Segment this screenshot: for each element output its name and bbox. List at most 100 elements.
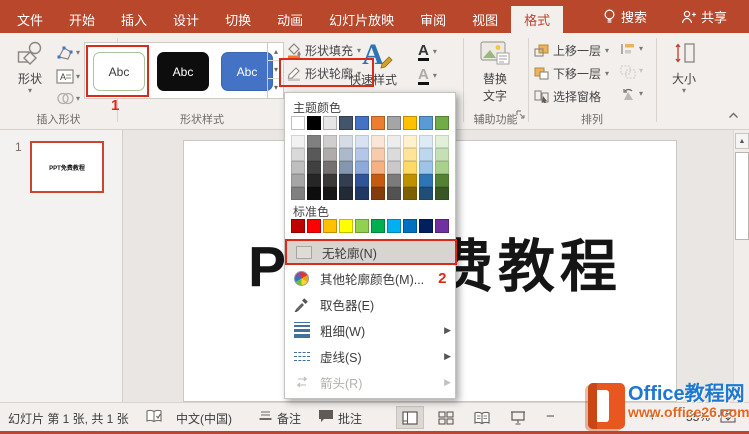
shape-style-preview-3[interactable]: Abc	[221, 52, 273, 91]
standard-color-swatch[interactable]	[419, 219, 433, 233]
reading-view-button[interactable]	[468, 406, 496, 429]
edit-shape-button[interactable]: ▾	[56, 45, 80, 61]
chevron-down-icon[interactable]: ▾	[639, 90, 643, 98]
menu-item-no-outline[interactable]: 无轮廓(N)	[285, 239, 457, 265]
theme-variant-swatch[interactable]	[323, 187, 337, 200]
theme-variant-swatch[interactable]	[371, 174, 385, 187]
theme-variant-swatch[interactable]	[291, 187, 305, 200]
menu-item-line-dashes[interactable]: 虚线(S)▶	[285, 343, 457, 369]
ribbon-tab-design[interactable]: 设计	[160, 6, 212, 33]
spellcheck-icon[interactable]	[146, 409, 162, 424]
theme-variant-swatch[interactable]	[339, 174, 353, 187]
standard-color-swatch[interactable]	[387, 219, 401, 233]
standard-color-swatch[interactable]	[339, 219, 353, 233]
theme-color-swatch[interactable]	[339, 116, 353, 130]
menu-item-more-outline-colors[interactable]: 其他轮廓颜色(M)...2	[285, 265, 457, 291]
theme-variant-swatch[interactable]	[435, 187, 449, 200]
theme-variant-swatch[interactable]	[339, 161, 353, 174]
bring-forward-button[interactable]: 上移一层▾	[534, 42, 609, 59]
theme-variant-swatch[interactable]	[403, 187, 417, 200]
theme-color-swatch[interactable]	[307, 116, 321, 130]
notes-icon[interactable]	[258, 409, 273, 424]
notes-toggle[interactable]: 备注	[277, 410, 301, 427]
standard-color-swatch[interactable]	[435, 219, 449, 233]
ribbon-tab-insert[interactable]: 插入	[108, 6, 160, 33]
theme-variant-swatch[interactable]	[339, 187, 353, 200]
ribbon-tab-review[interactable]: 审阅	[407, 6, 459, 33]
theme-variant-swatch[interactable]	[371, 161, 385, 174]
theme-variant-swatch[interactable]	[323, 174, 337, 187]
theme-variant-swatch[interactable]	[339, 135, 353, 148]
theme-variant-swatch[interactable]	[323, 135, 337, 148]
group-objects-button[interactable]	[620, 65, 636, 79]
selection-pane-button[interactable]: 选择窗格	[534, 88, 601, 105]
theme-variant-swatch[interactable]	[419, 135, 433, 148]
theme-variant-swatch[interactable]	[403, 161, 417, 174]
standard-color-swatch[interactable]	[307, 219, 321, 233]
size-button[interactable]: 大小 ▾	[662, 41, 706, 95]
theme-variant-swatch[interactable]	[371, 148, 385, 161]
theme-variant-swatch[interactable]	[323, 161, 337, 174]
theme-color-swatch[interactable]	[323, 116, 337, 130]
shapes-gallery-button[interactable]: 形状 ▾	[8, 41, 52, 95]
theme-color-swatch[interactable]	[403, 116, 417, 130]
scroll-up-arrow-icon[interactable]: ▲	[735, 133, 749, 149]
theme-variant-swatch[interactable]	[355, 187, 369, 200]
theme-variant-swatch[interactable]	[307, 187, 321, 200]
theme-variant-swatch[interactable]	[307, 148, 321, 161]
theme-variant-swatch[interactable]	[387, 148, 401, 161]
theme-variant-swatch[interactable]	[419, 187, 433, 200]
theme-variant-swatch[interactable]	[371, 135, 385, 148]
theme-variant-swatch[interactable]	[435, 135, 449, 148]
comments-icon[interactable]	[318, 409, 334, 423]
menu-item-line-arrows[interactable]: 箭头(R)▶	[285, 369, 457, 395]
theme-variant-swatch[interactable]	[387, 174, 401, 187]
ribbon-tab-format[interactable]: 格式	[511, 6, 563, 33]
send-backward-button[interactable]: 下移一层▾	[534, 65, 609, 82]
standard-color-swatch[interactable]	[323, 219, 337, 233]
theme-variant-swatch[interactable]	[387, 135, 401, 148]
theme-variant-swatch[interactable]	[355, 135, 369, 148]
standard-color-swatch[interactable]	[355, 219, 369, 233]
slide-thumbnail[interactable]: PPT免费教程	[30, 141, 104, 193]
theme-variant-swatch[interactable]	[355, 148, 369, 161]
tell-me-search[interactable]: 搜索	[603, 7, 647, 26]
ribbon-tab-transitions[interactable]: 切换	[212, 6, 264, 33]
menu-item-line-weight[interactable]: 粗细(W)▶	[285, 317, 457, 343]
theme-color-swatch[interactable]	[387, 116, 401, 130]
standard-color-swatch[interactable]	[403, 219, 417, 233]
menu-item-eyedropper[interactable]: 取色器(E)	[285, 291, 457, 317]
normal-view-button[interactable]	[396, 406, 424, 429]
scrollbar-thumb[interactable]	[735, 152, 749, 240]
dialog-launcher-icon[interactable]	[516, 110, 525, 119]
theme-variant-swatch[interactable]	[403, 174, 417, 187]
slideshow-view-button[interactable]	[504, 406, 532, 429]
theme-variant-swatch[interactable]	[339, 148, 353, 161]
theme-variant-swatch[interactable]	[403, 148, 417, 161]
text-outline-button[interactable]: A ▾	[418, 67, 437, 85]
theme-variant-swatch[interactable]	[307, 174, 321, 187]
chevron-down-icon[interactable]: ▾	[639, 45, 643, 53]
theme-variant-swatch[interactable]	[323, 148, 337, 161]
rotate-button[interactable]	[620, 88, 636, 102]
text-fill-button[interactable]: A ▾	[418, 43, 437, 61]
theme-variant-swatch[interactable]	[435, 161, 449, 174]
theme-variant-swatch[interactable]	[387, 187, 401, 200]
theme-variant-swatch[interactable]	[435, 148, 449, 161]
merge-shapes-button[interactable]: ▾	[56, 91, 80, 106]
ribbon-tab-animations[interactable]: 动画	[264, 6, 316, 33]
theme-variant-swatch[interactable]	[355, 161, 369, 174]
text-box-button[interactable]: A ▾	[56, 69, 80, 84]
theme-variant-swatch[interactable]	[291, 148, 305, 161]
standard-color-swatch[interactable]	[371, 219, 385, 233]
language-indicator[interactable]: 中文(中国)	[176, 410, 232, 427]
collapse-ribbon-icon[interactable]	[728, 111, 739, 119]
theme-variant-swatch[interactable]	[291, 174, 305, 187]
theme-variant-swatch[interactable]	[419, 174, 433, 187]
theme-variant-swatch[interactable]	[307, 135, 321, 148]
standard-color-swatch[interactable]	[291, 219, 305, 233]
theme-variant-swatch[interactable]	[419, 148, 433, 161]
theme-variant-swatch[interactable]	[355, 174, 369, 187]
theme-variant-swatch[interactable]	[291, 135, 305, 148]
theme-color-swatch[interactable]	[435, 116, 449, 130]
